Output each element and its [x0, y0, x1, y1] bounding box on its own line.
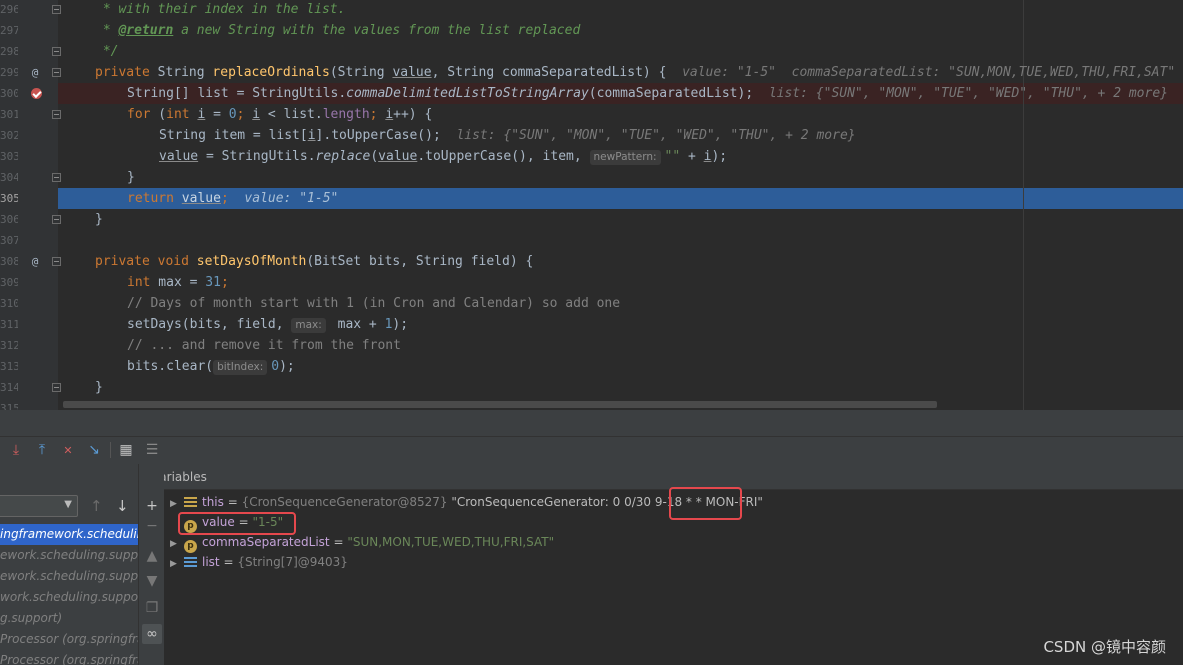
code-line-298: */ — [95, 44, 119, 59]
line-number: 311 — [0, 318, 18, 331]
code-line-306: } — [95, 212, 103, 227]
line-number: 300 — [0, 87, 18, 100]
expand-arrow-icon[interactable]: ▶ — [170, 534, 184, 554]
line-number: 296 — [0, 3, 18, 16]
expand-arrow-icon[interactable]: ▶ — [170, 554, 184, 574]
fold-marker-icon[interactable] — [52, 257, 61, 266]
move-down-icon[interactable]: ▼ — [142, 571, 162, 591]
code-line-311: setDays(bits, field, max: max + 1); — [127, 317, 409, 333]
variable-row-commaSeparatedList[interactable]: ▶ p commaSeparatedList = "SUN,MON,TUE,WED,… — [164, 532, 554, 554]
frame-item[interactable]: ework.scheduling.suppo — [0, 545, 138, 566]
line-number: 314 — [0, 381, 18, 394]
inline-debug-value: value: "1-5" — [244, 191, 339, 206]
frame-item[interactable]: ingframework.scheduling — [0, 524, 138, 545]
drop-frame-icon[interactable]: ✕ — [58, 440, 78, 460]
evaluate-icon[interactable]: ▦ — [116, 440, 136, 460]
frame-down-icon[interactable]: ↓ — [116, 497, 129, 515]
code-line-305-current: return value; value: "1-5" — [127, 191, 339, 206]
code-line-300: String[] list = StringUtils.commaDelimit… — [127, 86, 1168, 101]
parameter-hint: max: — [291, 318, 326, 333]
breakpoint-icon[interactable] — [31, 88, 42, 99]
code-line-313: bits.clear(bitIndex: 0); — [127, 359, 295, 375]
fold-marker-icon[interactable] — [52, 110, 61, 119]
line-number: 315 — [0, 402, 18, 410]
fold-marker-icon[interactable] — [52, 383, 61, 392]
inline-debug-value: list: {"SUN", "MON", "TUE", "WED", "THU"… — [768, 86, 1168, 101]
code-line-301: for (int i = 0; i < list.length; i++) { — [127, 107, 433, 122]
frame-item[interactable]: g.support) — [0, 608, 138, 629]
fold-marker-icon[interactable] — [52, 47, 61, 56]
override-marker-icon[interactable]: @ — [28, 251, 42, 272]
line-number: 312 — [0, 339, 18, 352]
code-line-312: // ... and remove it from the front — [127, 338, 401, 353]
toolbar-separator — [110, 442, 111, 458]
code-line-310: // Days of month start with 1 (in Cron a… — [127, 296, 621, 311]
step-into-icon[interactable]: ⤓ — [6, 440, 26, 460]
step-out-icon[interactable]: ⤒ — [32, 440, 52, 460]
override-marker-icon[interactable]: @ — [28, 62, 42, 83]
code-editor[interactable]: 296 297 298 299 300 301 302 303 304 305 … — [0, 0, 1183, 410]
line-number: 297 — [0, 24, 18, 37]
variable-row-list[interactable]: ▶ list = {String[7]@9403} — [164, 552, 348, 572]
line-number: 304 — [0, 171, 18, 184]
line-number: 299 — [0, 66, 18, 79]
frame-up-icon[interactable]: ↑ — [90, 497, 103, 515]
fold-marker-icon[interactable] — [52, 215, 61, 224]
add-watch-icon[interactable]: + — [142, 496, 162, 516]
horizontal-scrollbar[interactable] — [63, 401, 937, 408]
code-line-304: } — [127, 170, 135, 185]
parameter-hint: bitIndex: — [213, 360, 268, 375]
line-number: 309 — [0, 276, 18, 289]
run-to-cursor-icon[interactable]: ↘ — [84, 440, 104, 460]
line-number: 307 — [0, 234, 18, 247]
inline-debug-value: value: "1-5" commaSeparatedList: "SUN,MO… — [682, 65, 1176, 80]
debug-tool-header — [0, 410, 1183, 436]
fold-marker-icon[interactable] — [52, 173, 61, 182]
code-line-303: value = StringUtils.replace(value.toUppe… — [159, 149, 728, 165]
thread-selector[interactable]: ▼ — [0, 495, 78, 517]
line-number-current: 305 — [0, 192, 18, 205]
line-number: 298 — [0, 45, 18, 58]
annotation-box-mon-fri — [669, 487, 742, 520]
line-number: 306 — [0, 213, 18, 226]
code-line-296: * with their index in the list. — [95, 2, 346, 17]
frame-item[interactable]: Processor (org.springframe — [0, 650, 138, 665]
fold-marker-icon[interactable] — [52, 5, 61, 14]
parameter-hint: newPattern: — [589, 150, 661, 165]
frame-item[interactable]: work.scheduling.support) — [0, 587, 138, 608]
trace-icon[interactable]: ☰ — [142, 440, 162, 460]
line-number: 313 — [0, 360, 18, 373]
line-number: 310 — [0, 297, 18, 310]
inline-debug-value: list: {"SUN", "MON", "TUE", "WED", "THU"… — [456, 128, 856, 143]
copy-icon[interactable]: ❐ — [142, 598, 162, 618]
variables-side-toolbar: + − ▲ ▼ ❐ ∞ — [138, 464, 164, 665]
line-number: 308 — [0, 255, 18, 268]
frame-item[interactable]: ework.scheduling.support — [0, 566, 138, 587]
frame-item[interactable]: Processor (org.springfra — [0, 629, 138, 650]
line-number: 303 — [0, 150, 18, 163]
code-line-309: int max = 31; — [127, 275, 229, 290]
glasses-icon[interactable]: ∞ — [142, 624, 162, 644]
variables-header — [139, 464, 1183, 490]
watermark: CSDN @镜中容颜 — [1043, 638, 1166, 656]
array-icon — [184, 557, 197, 568]
remove-watch-icon[interactable]: − — [142, 516, 162, 536]
expand-arrow-icon[interactable]: ▶ — [170, 494, 184, 514]
code-line-314: } — [95, 380, 103, 395]
annotation-box-value — [178, 512, 296, 535]
code-line-302: String item = list[i].toUpperCase(); lis… — [159, 128, 856, 143]
fold-marker-icon[interactable] — [52, 68, 61, 77]
line-number: 302 — [0, 129, 18, 142]
object-fields-icon — [184, 497, 197, 508]
debug-toolbar — [0, 436, 1183, 464]
chevron-down-icon: ▼ — [64, 499, 72, 510]
code-line-308: private void setDaysOfMonth(BitSet bits,… — [95, 254, 534, 269]
line-number: 301 — [0, 108, 18, 121]
code-line-297: * @return a new String with the values f… — [95, 23, 581, 38]
move-up-icon[interactable]: ▲ — [142, 546, 162, 566]
code-line-299: private String replaceOrdinals(String va… — [95, 65, 1176, 80]
